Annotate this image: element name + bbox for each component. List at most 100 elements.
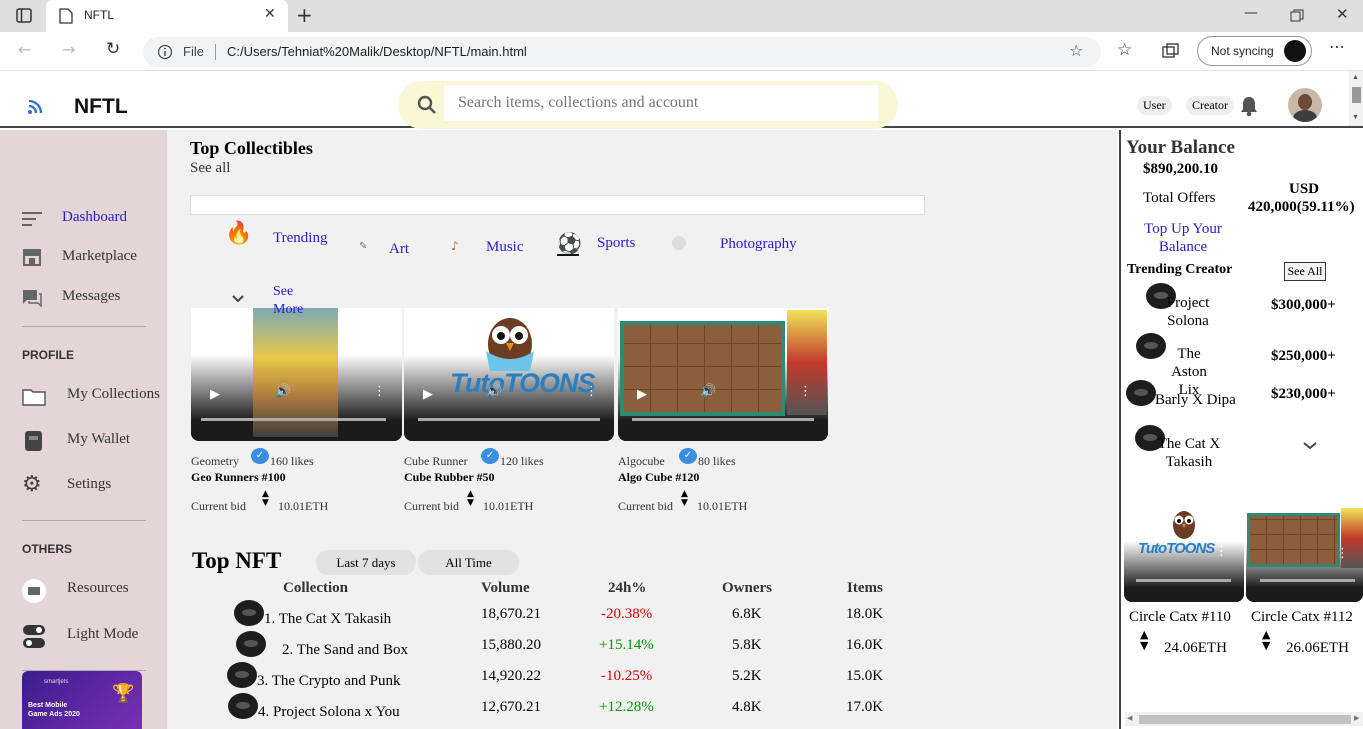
url-text[interactable]: C:/Users/Tehniat%20Malik/Desktop/NFTL/ma… xyxy=(227,44,527,59)
video-more-icon[interactable]: ⋮ xyxy=(1336,546,1349,561)
video-progress-bar[interactable] xyxy=(1136,579,1231,582)
change-value: +12.28% xyxy=(599,699,654,715)
volume-icon[interactable]: 🔊 xyxy=(275,384,291,399)
sidebar-item-settings[interactable]: ⚙ Setings xyxy=(0,472,167,502)
creator-row[interactable]: The Cat X Takasih xyxy=(1126,425,1360,473)
creator-toggle[interactable]: Creator xyxy=(1186,96,1234,115)
url-bar[interactable]: File C:/Users/Tehniat%20Malik/Desktop/NF… xyxy=(143,37,1101,67)
gear-icon: ⚙ xyxy=(22,472,42,497)
filter-all-time[interactable]: All Time xyxy=(418,550,519,575)
bell-icon[interactable] xyxy=(1239,95,1259,117)
ad-banner[interactable]: smartjets Best Mobile Game Ads 2020 🏆 xyxy=(22,671,142,729)
video-more-icon[interactable]: ⋮ xyxy=(373,384,386,399)
owl-mascot-icon xyxy=(1173,511,1195,539)
verified-icon: ✓ xyxy=(481,448,499,464)
play-icon[interactable]: ▶ xyxy=(637,386,647,402)
new-tab-icon[interactable]: + xyxy=(296,3,313,27)
user-toggle[interactable]: User xyxy=(1137,96,1172,115)
collectible-video-1[interactable]: ▶ 🔊 ⋮ xyxy=(191,308,402,441)
play-icon[interactable]: ▶ xyxy=(423,386,433,402)
back-icon[interactable]: ← xyxy=(18,40,31,59)
sidebar-item-my-wallet[interactable]: My Wallet xyxy=(0,427,167,457)
more-menu-icon[interactable]: ⋯ xyxy=(1329,37,1345,56)
video-progress-bar[interactable] xyxy=(201,418,386,421)
video-more-icon[interactable]: ⋮ xyxy=(585,384,598,399)
see-all-link[interactable]: See all xyxy=(190,160,230,177)
column-volume[interactable]: Volume xyxy=(481,580,530,597)
collectible-video-2[interactable]: TutoTOONS ▶ 🔊 ⋮ xyxy=(404,308,614,441)
creator-row[interactable]: The Aston Lix $250,000+ xyxy=(1126,333,1360,398)
video-more-icon[interactable]: ⋮ xyxy=(1215,544,1228,559)
change-value: -10.25% xyxy=(601,668,653,684)
collections-icon[interactable] xyxy=(1162,43,1180,59)
sidebar-item-label: Setings xyxy=(67,476,112,492)
minimize-icon[interactable]: — xyxy=(1244,5,1258,21)
items-value: 17.0K xyxy=(846,699,884,715)
tab-actions-icon[interactable] xyxy=(16,8,32,24)
category-sports[interactable]: Sports xyxy=(597,235,635,252)
video-progress-bar[interactable] xyxy=(418,418,600,421)
close-window-icon[interactable]: ✕ xyxy=(1336,5,1349,23)
creator-video-1[interactable]: TutoTOONS ⋮ xyxy=(1124,508,1244,602)
refresh-icon[interactable]: ↻ xyxy=(106,39,120,59)
column-collection[interactable]: Collection xyxy=(283,580,348,597)
owners-value: 4.8K xyxy=(732,699,762,715)
top-up-link[interactable]: Top Up Your Balance xyxy=(1135,220,1231,256)
ad-text: Best Mobile Game Ads 2020 xyxy=(28,702,80,718)
restore-icon[interactable] xyxy=(1290,9,1304,23)
sidebar-item-messages[interactable]: Messages xyxy=(0,284,167,314)
forward-icon[interactable]: → xyxy=(62,40,75,59)
volume-icon[interactable]: 🔊 xyxy=(486,384,502,399)
favorites-icon[interactable]: ☆ xyxy=(1117,40,1132,60)
page-scrollbar[interactable]: ▲ ▼ xyxy=(1349,71,1363,126)
add-favorite-icon[interactable]: ☆ xyxy=(1069,41,1083,60)
sidebar-item-label: Resources xyxy=(67,580,129,596)
chevron-down-icon[interactable] xyxy=(1302,441,1318,451)
collectible-card-3[interactable]: Algocube ✓ 80 likes Algo Cube #120 Curre… xyxy=(618,448,828,518)
table-row[interactable]: 3. The Crypto and Punk 14,920.22 -10.25%… xyxy=(227,662,927,693)
search-icon[interactable] xyxy=(417,95,437,115)
table-row[interactable]: 1. The Cat X Takasih 18,670.21 -20.38% 6… xyxy=(227,600,927,631)
creator-video-2[interactable]: ⋮ xyxy=(1246,508,1363,602)
column-owners[interactable]: Owners xyxy=(722,580,772,597)
category-photography[interactable]: Photography xyxy=(720,236,797,253)
profile-sync-button[interactable]: Not syncing xyxy=(1197,36,1312,66)
user-avatar[interactable] xyxy=(1288,88,1322,122)
sidebar-item-resources[interactable]: Resources xyxy=(0,576,167,606)
video-more-icon[interactable]: ⋮ xyxy=(799,384,812,399)
column-24h[interactable]: 24h% xyxy=(608,580,646,597)
category-search-field[interactable] xyxy=(190,195,925,215)
creator-row[interactable]: Project Solona $300,000+ xyxy=(1126,282,1360,330)
sidebar-item-my-collections[interactable]: My Collections xyxy=(0,382,167,412)
collectible-video-3[interactable]: ▶ 🔊 ⋮ xyxy=(618,308,828,441)
chevron-down-icon[interactable] xyxy=(231,294,245,304)
collectible-card-2[interactable]: Cube Runner ✓ 120 likes Cube Rubber #50 … xyxy=(404,448,614,518)
browser-tab[interactable]: NFTL ✕ xyxy=(46,0,288,32)
info-icon[interactable] xyxy=(157,44,173,60)
close-tab-icon[interactable]: ✕ xyxy=(264,6,276,22)
collectible-card-1[interactable]: Geometry ✓ 160 likes Geo Runners #100 Cu… xyxy=(191,448,401,518)
creator-name: Algocube xyxy=(618,454,665,468)
creator-row[interactable]: Barly X Dipa $230,000+ xyxy=(1126,378,1360,414)
panel-horizontal-scrollbar[interactable]: ◀ ▶ xyxy=(1125,712,1363,726)
volume-icon[interactable]: 🔊 xyxy=(700,384,716,399)
play-icon[interactable]: ▶ xyxy=(210,386,220,402)
see-all-creators-button[interactable]: See All xyxy=(1284,262,1326,281)
creator-name: Geometry xyxy=(191,454,239,468)
column-items[interactable]: Items xyxy=(847,580,883,597)
filter-last-7-days[interactable]: Last 7 days xyxy=(316,550,416,575)
sidebar-item-light-mode[interactable]: Light Mode xyxy=(0,622,167,652)
table-row[interactable]: 4. Project Solona x You 12,670.21 +12.28… xyxy=(227,693,927,724)
video-progress-bar[interactable] xyxy=(1260,579,1355,582)
category-music[interactable]: Music xyxy=(486,239,524,256)
video-progress-bar[interactable] xyxy=(632,418,814,421)
category-trending[interactable]: Trending xyxy=(273,230,327,247)
table-row[interactable]: 2. The Sand and Box 15,880.20 +15.14% 5.… xyxy=(227,631,927,662)
offers-value: 420,000(59.11%) xyxy=(1248,199,1355,215)
see-more-link[interactable]: See More xyxy=(273,283,313,319)
volume-value: 15,880.20 xyxy=(481,637,541,653)
sidebar-item-marketplace[interactable]: Marketplace xyxy=(0,244,167,274)
search-input[interactable] xyxy=(444,85,878,121)
category-art[interactable]: Art xyxy=(389,241,409,258)
sidebar-item-dashboard[interactable]: Dashboard xyxy=(0,205,167,235)
